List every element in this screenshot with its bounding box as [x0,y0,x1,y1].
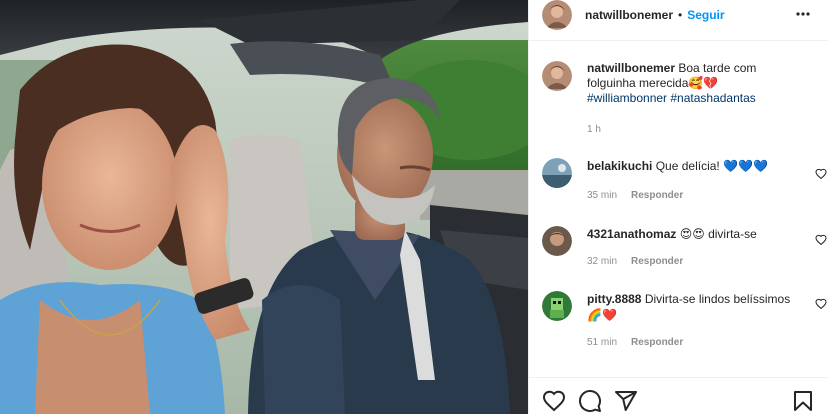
caption-text-block: natwillbonemer Boa tarde com folguinha m… [587,61,797,106]
heart-icon[interactable] [815,168,827,180]
commenter-avatar[interactable] [542,291,572,321]
author-avatar[interactable] [542,0,572,30]
comment-text: Divirta-se lindos belíssimos [644,292,791,306]
commenter-username[interactable]: belakikuchi [587,159,652,173]
author-username[interactable]: natwillbonemer [585,8,673,22]
comment-line: 4321anathomaz 😍😍 divirta-se [587,226,787,242]
comment-item: belakikuchi Que delícia! 💙💙💙 35 min Resp… [542,158,827,206]
caption-avatar[interactable] [542,61,572,91]
caption-emojis: 🥰💔 [688,76,719,90]
comment-item: 4321anathomaz 😍😍 divirta-se 32 min Respo… [542,226,827,274]
comment-line: belakikuchi Que delícia! 💙💙💙 [587,158,787,174]
follow-button[interactable]: Seguir [687,8,724,22]
more-options-icon[interactable] [795,6,811,22]
car-selfie-image [0,0,528,414]
comment-time: 32 min [587,256,618,267]
share-icon[interactable] [614,389,638,413]
comment-meta: 35 min Responder [587,190,683,201]
commenter-avatar[interactable] [542,226,572,256]
post-header: natwillbonemer • Seguir [529,0,828,30]
comment-time: 35 min [587,190,618,201]
heart-icon[interactable] [542,389,566,413]
comment-emojis: 💙💙💙 [723,159,768,173]
comment-meta: 32 min Responder [587,256,683,267]
comment-emojis: 🌈❤️ [587,308,617,322]
commenter-avatar[interactable] [542,158,572,188]
reply-button[interactable]: Responder [631,337,683,348]
caption-username[interactable]: natwillbonemer [587,61,675,75]
post-action-bar [529,384,828,414]
comment-item: pitty.8888 Divirta-se lindos belíssimos … [542,291,827,353]
post-caption: natwillbonemer Boa tarde com folguinha m… [542,61,822,106]
commenter-username[interactable]: 4321anathomaz [587,227,676,241]
separator-dot: • [678,8,683,22]
caption-hashtags[interactable]: #williambonner #natashadantas [587,91,756,105]
actions-divider [529,377,828,378]
heart-icon[interactable] [815,298,827,310]
comment-icon[interactable] [578,389,602,413]
commenter-username[interactable]: pitty.8888 [587,292,641,306]
post-photo[interactable] [0,0,528,414]
comment-time: 51 min [587,337,618,348]
reply-button[interactable]: Responder [631,256,683,267]
comment-text: divirta-se [708,227,757,241]
reply-button[interactable]: Responder [631,190,683,201]
header-divider [529,40,828,41]
comment-line: pitty.8888 Divirta-se lindos belíssimos … [587,291,792,323]
heart-icon[interactable] [815,234,827,246]
comment-text: Que delícia! [655,159,720,173]
comment-emojis: 😍😍 [679,227,705,241]
post-side-panel: natwillbonemer • Seguir natwillbonemer B… [528,0,828,414]
comment-meta: 51 min Responder [587,337,683,348]
caption-time: 1 h [587,124,601,135]
bookmark-icon[interactable] [791,389,815,413]
